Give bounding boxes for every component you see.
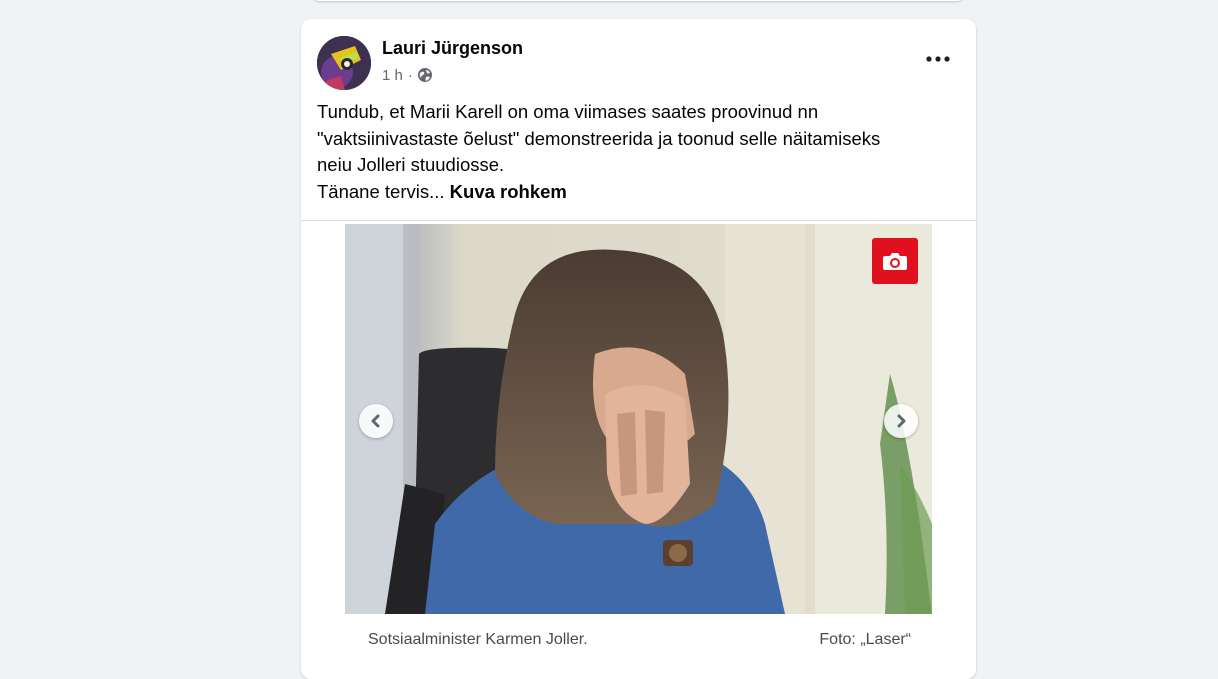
previous-image-button[interactable] [359, 404, 393, 438]
photo-caption: Sotsiaalminister Karmen Joller. [368, 631, 588, 648]
next-image-button[interactable] [884, 404, 918, 438]
post-timestamp[interactable]: 1 h [382, 67, 403, 84]
see-more-link[interactable]: Kuva rohkem [450, 181, 567, 202]
more-options-button[interactable] [920, 45, 956, 73]
chevron-right-icon [897, 414, 906, 428]
post-text-line: "vaktsiinivastaste õelust" demonstreerid… [317, 127, 881, 149]
post-text-line: Tänane tervis... [317, 180, 445, 202]
post-text: Tundub, et Marii Karell on oma viimases … [317, 99, 957, 205]
more-options-icon [926, 56, 950, 62]
author-avatar[interactable] [317, 36, 371, 90]
author-name[interactable]: Lauri Jürgenson [382, 38, 523, 59]
post-text-truncated: Tänane tervis... Kuva rohkem [317, 179, 957, 206]
camera-badge [872, 238, 918, 284]
chevron-left-icon [371, 414, 380, 428]
preview-photo[interactable] [345, 224, 932, 614]
post-card: Lauri Jürgenson 1 h · Tundub, et Marii K… [301, 19, 976, 679]
globe-icon[interactable] [417, 67, 433, 83]
post-meta: 1 h · [382, 65, 433, 85]
previous-post-card [312, 0, 964, 1]
link-preview[interactable]: Sotsiaalminister Karmen Joller. Foto: „L… [301, 221, 976, 679]
meta-separator: · [407, 66, 413, 84]
camera-icon [883, 253, 907, 270]
post-text-line: neiu Jolleri stuudiosse. [317, 154, 505, 175]
photo-credit: Foto: „Laser“ [819, 631, 911, 648]
post-text-line: Tundub, et Marii Karell on oma viimases … [317, 101, 819, 122]
